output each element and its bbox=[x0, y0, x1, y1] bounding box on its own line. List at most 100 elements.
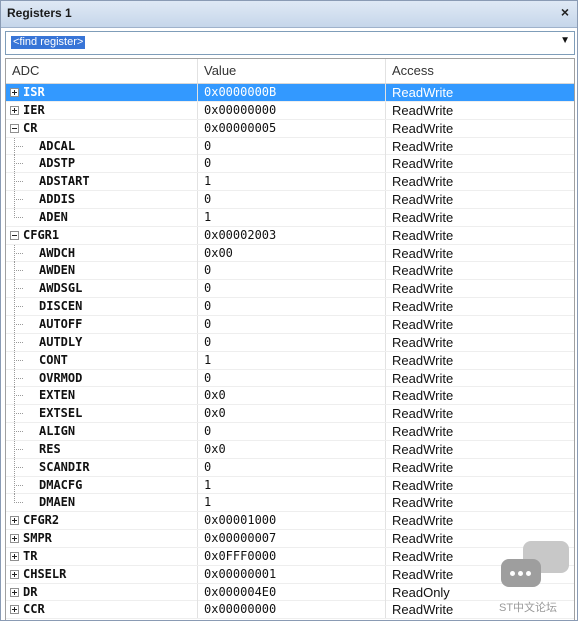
tree-connector bbox=[6, 476, 30, 494]
field-name-cell: AUTDLY bbox=[6, 333, 197, 351]
field-name-cell: CONT bbox=[6, 351, 197, 369]
field-row[interactable]: ADEN 1 ReadWrite bbox=[6, 208, 574, 227]
field-row[interactable]: ADSTP 0 ReadWrite bbox=[6, 155, 574, 174]
expand-icon[interactable] bbox=[10, 88, 19, 97]
value-cell[interactable]: 0 bbox=[197, 191, 385, 209]
access-cell: ReadWrite bbox=[385, 458, 574, 476]
value-cell[interactable]: 0x0 bbox=[197, 440, 385, 458]
field-row[interactable]: AWDSGL 0 ReadWrite bbox=[6, 280, 574, 299]
field-row[interactable]: AUTOFF 0 ReadWrite bbox=[6, 315, 574, 334]
access-cell: ReadWrite bbox=[385, 208, 574, 226]
value-cell[interactable]: 0 bbox=[197, 369, 385, 387]
value-cell[interactable]: 0x00000000 bbox=[197, 601, 385, 619]
value-cell[interactable]: 0 bbox=[197, 298, 385, 316]
value-cell[interactable]: 0 bbox=[197, 423, 385, 441]
expand-icon[interactable] bbox=[10, 105, 19, 115]
register-row[interactable]: DR 0x000004E0 ReadOnly bbox=[6, 583, 574, 602]
register-row[interactable]: IER 0x00000000 ReadWrite bbox=[6, 101, 574, 120]
value-cell[interactable]: 0x00 bbox=[197, 244, 385, 262]
register-row[interactable]: CFGR1 0x00002003 ReadWrite bbox=[6, 226, 574, 245]
field-name-cell: AWDEN bbox=[6, 262, 197, 280]
field-row[interactable]: CONT 1 ReadWrite bbox=[6, 351, 574, 370]
register-row[interactable]: CFGR2 0x00001000 ReadWrite bbox=[6, 512, 574, 531]
field-name: ALIGN bbox=[39, 424, 76, 439]
field-row[interactable]: EXTSEL 0x0 ReadWrite bbox=[6, 405, 574, 424]
field-name-cell: ADSTP bbox=[6, 155, 197, 173]
field-row[interactable]: DMACFG 1 ReadWrite bbox=[6, 476, 574, 495]
value-cell[interactable]: 0x0000000B bbox=[197, 84, 385, 101]
expand-icon[interactable] bbox=[10, 551, 19, 561]
register-name-cell: SMPR bbox=[6, 530, 197, 547]
value-cell[interactable]: 0x00002003 bbox=[197, 226, 385, 244]
value-cell[interactable]: 0 bbox=[197, 315, 385, 333]
value-cell[interactable]: 0 bbox=[197, 155, 385, 173]
field-row[interactable]: ADCAL 0 ReadWrite bbox=[6, 137, 574, 156]
value-cell[interactable]: 1 bbox=[197, 476, 385, 494]
collapse-icon[interactable] bbox=[10, 123, 19, 133]
column-header-name[interactable]: ADC bbox=[6, 59, 197, 83]
value-cell[interactable]: 0 bbox=[197, 262, 385, 280]
collapse-icon[interactable] bbox=[10, 230, 19, 240]
chevron-down-icon[interactable]: ▼ bbox=[560, 35, 570, 46]
field-row[interactable]: RES 0x0 ReadWrite bbox=[6, 440, 574, 459]
expand-icon[interactable] bbox=[10, 605, 19, 615]
register-row[interactable]: CCR 0x00000000 ReadWrite bbox=[6, 601, 574, 620]
field-row[interactable]: ADDIS 0 ReadWrite bbox=[6, 191, 574, 209]
tree-connector bbox=[6, 369, 30, 387]
value-cell[interactable]: 1 bbox=[197, 208, 385, 226]
value-cell[interactable]: 0 bbox=[197, 333, 385, 351]
field-name: ADSTART bbox=[39, 174, 90, 189]
register-row[interactable]: CHSELR 0x00000001 ReadWrite bbox=[6, 565, 574, 584]
register-name-cell: CHSELR bbox=[6, 566, 197, 583]
register-row[interactable]: TR 0x0FFF0000 ReadWrite bbox=[6, 547, 574, 566]
value-cell[interactable]: 0x00000000 bbox=[197, 101, 385, 119]
register-row[interactable]: SMPR 0x00000007 ReadWrite bbox=[6, 530, 574, 548]
field-row[interactable]: ALIGN 0 ReadWrite bbox=[6, 423, 574, 441]
access-cell: ReadWrite bbox=[385, 119, 574, 137]
value-cell[interactable]: 0x0 bbox=[197, 405, 385, 423]
value-cell[interactable]: 0x00000005 bbox=[197, 119, 385, 137]
field-name: OVRMOD bbox=[39, 370, 83, 385]
field-row[interactable]: AUTDLY 0 ReadWrite bbox=[6, 333, 574, 352]
find-register-input[interactable] bbox=[9, 34, 544, 50]
access-cell: ReadWrite bbox=[385, 351, 574, 369]
field-name: SCANDIR bbox=[39, 459, 90, 474]
find-register-combo[interactable]: <find register> ▼ bbox=[5, 31, 575, 55]
value-cell[interactable]: 1 bbox=[197, 351, 385, 369]
field-row[interactable]: AWDCH 0x00 ReadWrite bbox=[6, 244, 574, 263]
field-row[interactable]: SCANDIR 0 ReadWrite bbox=[6, 458, 574, 477]
field-row[interactable]: OVRMOD 0 ReadWrite bbox=[6, 369, 574, 388]
value-cell[interactable]: 0x0 bbox=[197, 387, 385, 405]
expand-icon[interactable] bbox=[10, 569, 19, 579]
field-name-cell: AUTOFF bbox=[6, 315, 197, 333]
value-cell[interactable]: 0x00000007 bbox=[197, 530, 385, 548]
field-row[interactable]: AWDEN 0 ReadWrite bbox=[6, 262, 574, 281]
access-cell: ReadWrite bbox=[385, 101, 574, 119]
value-cell[interactable]: 1 bbox=[197, 494, 385, 512]
value-cell[interactable]: 0 bbox=[197, 458, 385, 476]
close-icon[interactable]: × bbox=[561, 4, 569, 20]
register-row[interactable]: CR 0x00000005 ReadWrite bbox=[6, 119, 574, 138]
column-header-value[interactable]: Value bbox=[197, 59, 385, 83]
tree-connector bbox=[6, 494, 30, 511]
register-row[interactable]: ISR 0x0000000B ReadWrite bbox=[6, 84, 574, 102]
field-name: AUTOFF bbox=[39, 316, 83, 331]
column-header-access[interactable]: Access bbox=[385, 59, 574, 83]
value-cell[interactable]: 0x00001000 bbox=[197, 512, 385, 530]
field-row[interactable]: EXTEN 0x0 ReadWrite bbox=[6, 387, 574, 406]
expand-icon[interactable] bbox=[10, 534, 19, 544]
value-cell[interactable]: 0 bbox=[197, 280, 385, 298]
value-cell[interactable]: 0 bbox=[197, 137, 385, 155]
field-row[interactable]: DISCEN 0 ReadWrite bbox=[6, 298, 574, 316]
value-cell[interactable]: 0x000004E0 bbox=[197, 583, 385, 601]
expand-icon[interactable] bbox=[10, 516, 19, 526]
field-row[interactable]: ADSTART 1 ReadWrite bbox=[6, 173, 574, 192]
register-name: CCR bbox=[23, 602, 45, 617]
expand-icon[interactable] bbox=[10, 587, 19, 597]
field-row[interactable]: DMAEN 1 ReadWrite bbox=[6, 494, 574, 513]
value-cell[interactable]: 0x0FFF0000 bbox=[197, 547, 385, 565]
field-name: EXTSEL bbox=[39, 406, 83, 421]
value-cell[interactable]: 1 bbox=[197, 173, 385, 191]
register-name-cell: DR bbox=[6, 584, 197, 601]
value-cell[interactable]: 0x00000001 bbox=[197, 565, 385, 583]
